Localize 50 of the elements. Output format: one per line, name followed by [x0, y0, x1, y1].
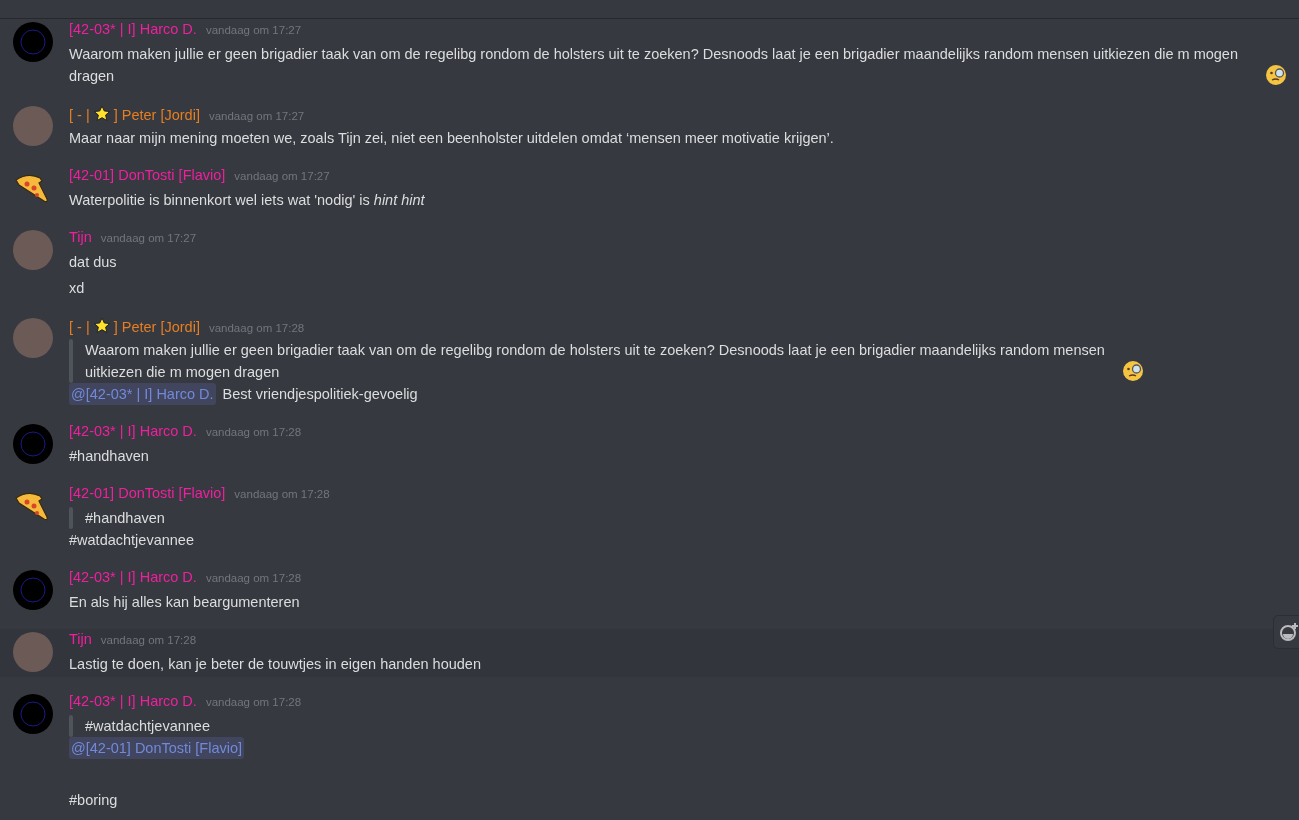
message-text: En als hij alles kan beargumenteren	[69, 593, 300, 612]
star-icon	[92, 105, 111, 123]
avatar-photo-placeholder[interactable]	[13, 632, 53, 672]
avatar-icon[interactable]	[13, 424, 53, 464]
message-text: #watdachtjevannee	[85, 717, 210, 736]
message-text: xd	[69, 279, 85, 298]
timestamp: vandaag om 17:28	[205, 696, 302, 708]
monocle-face-emoji-icon	[1265, 64, 1287, 86]
avatar-icon[interactable]	[13, 22, 53, 62]
avatar-icon[interactable]	[13, 694, 53, 734]
add-reaction-icon	[1279, 622, 1299, 642]
avatar-photo-placeholder[interactable]	[13, 230, 53, 270]
author-name[interactable]: [42-03* | I] Harco D.	[69, 21, 197, 37]
user-mention[interactable]: @[42-03* | I] Harco D.	[69, 383, 216, 405]
timestamp: vandaag om 17:27	[100, 232, 197, 244]
star-icon	[92, 317, 111, 335]
timestamp: vandaag om 17:27	[234, 170, 330, 182]
add-reaction-button[interactable]	[1273, 615, 1299, 649]
message-text: dat dus	[69, 253, 117, 272]
message-text: #handhaven	[85, 509, 165, 528]
message-text: Maar naar mijn mening moeten we, zoals Tijn zei, niet een beenholster uitdelen omdat ‘mensen meer motivatie krijgen’.	[69, 129, 834, 148]
message-text: Lastig te doen, kan je beter de touwtjes in eigen handen houden	[69, 655, 481, 674]
message-text: #boring	[69, 791, 118, 810]
avatar-photo-placeholder[interactable]	[13, 106, 53, 146]
message-text: Best vriendjespolitiek-gevoelig	[222, 385, 418, 404]
timestamp: vandaag om 17:28	[205, 426, 302, 438]
timestamp: vandaag om 17:28	[100, 634, 197, 646]
user-mention[interactable]: @[42-01] DonTosti [Flavio]	[69, 737, 245, 759]
monocle-face-emoji-icon	[1122, 360, 1144, 382]
author-name[interactable]: [42-03* | I] Harco D.	[69, 693, 197, 709]
author-name[interactable]: Tijn	[69, 631, 92, 647]
message-text: Waarom maken jullie er geen brigadier taak van om de regelibg rondom de holsters uit te zoeken? Desnoods laat je een brigadier maandelijks random mensen uitkiezen die m mogen dragen	[85, 341, 1106, 382]
author-name[interactable]: Tijn	[69, 229, 92, 245]
message-text: #watdachtjevannee	[69, 531, 194, 550]
author-name[interactable]: [42-03* | I] Harco D.	[69, 569, 197, 585]
avatar-photo-placeholder[interactable]	[13, 318, 53, 358]
timestamp: vandaag om 17:28	[205, 572, 302, 584]
message-text: Waarom maken jullie er geen brigadier taak van om de regelibg rondom de holsters uit te zoeken? Desnoods laat je een brigadier maandelijks random mensen uitkiezen die m mogen dragen	[69, 45, 1239, 86]
message-text: Waterpolitie is binnenkort wel iets wat 'nodig' is hint hint	[69, 191, 425, 210]
timestamp: vandaag om 17:27	[205, 24, 302, 36]
author-name[interactable]: [ - | ] Peter [Jordi]	[69, 105, 200, 123]
avatar-icon[interactable]	[13, 570, 53, 610]
timestamp: vandaag om 17:28	[208, 322, 305, 334]
timestamp: vandaag om 17:28	[234, 488, 330, 500]
author-name[interactable]: [42-03* | I] Harco D.	[69, 423, 197, 439]
author-name[interactable]: [ - | ] Peter [Jordi]	[69, 317, 200, 335]
author-name[interactable]: [42-01] DonTosti [Flavio]	[69, 485, 226, 501]
message-text: #handhaven	[69, 447, 149, 466]
timestamp: vandaag om 17:27	[208, 110, 305, 122]
author-name[interactable]: [42-01] DonTosti [Flavio]	[69, 167, 226, 183]
